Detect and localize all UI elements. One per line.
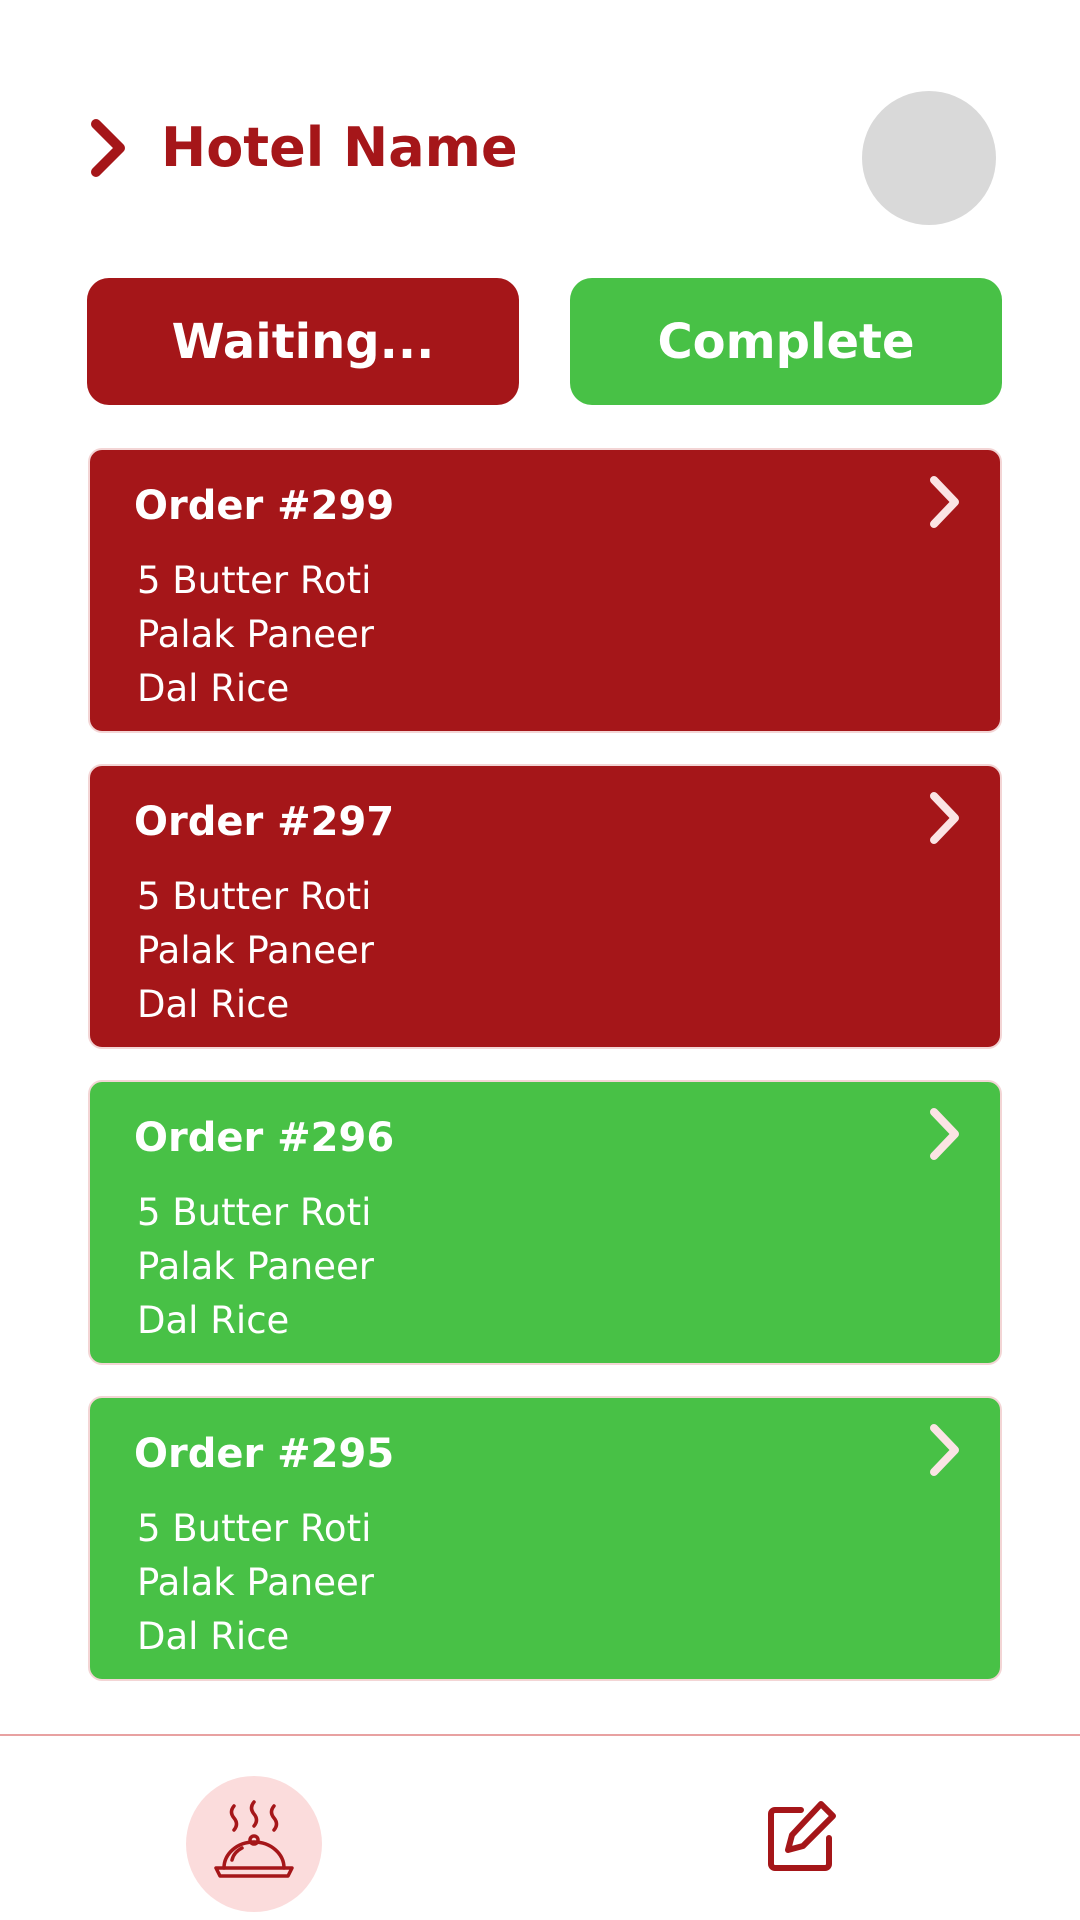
order-item: 5 Butter Roti <box>137 1191 372 1234</box>
order-card[interactable]: Order #296 5 Butter Roti Palak Paneer Da… <box>88 1080 1002 1365</box>
order-item: 5 Butter Roti <box>137 875 372 918</box>
chevron-right-icon[interactable] <box>926 1106 962 1162</box>
order-item: Palak Paneer <box>137 1245 374 1288</box>
chevron-right-icon[interactable] <box>88 118 128 178</box>
order-list: Order #299 5 Butter Roti Palak Paneer Da… <box>88 448 1002 1712</box>
order-title: Order #296 <box>134 1115 395 1161</box>
orders-nav-button[interactable] <box>186 1776 322 1912</box>
order-item: Dal Rice <box>137 1615 290 1658</box>
order-item: 5 Butter Roti <box>137 559 372 602</box>
complete-filter-button[interactable]: Complete <box>570 278 1002 405</box>
order-card[interactable]: Order #295 5 Butter Roti Palak Paneer Da… <box>88 1396 1002 1681</box>
avatar[interactable] <box>862 91 996 225</box>
header: Hotel Name <box>0 0 1080 240</box>
order-card[interactable]: Order #297 5 Butter Roti Palak Paneer Da… <box>88 764 1002 1049</box>
order-item: 5 Butter Roti <box>137 1507 372 1550</box>
order-items: 5 Butter Roti Palak Paneer Dal Rice <box>137 870 374 1032</box>
order-item: Dal Rice <box>137 1299 290 1342</box>
order-item: Palak Paneer <box>137 613 374 656</box>
order-item: Dal Rice <box>137 667 290 710</box>
edit-icon[interactable] <box>763 1796 843 1876</box>
bottom-nav <box>0 1734 1080 1920</box>
chevron-right-icon[interactable] <box>926 1422 962 1478</box>
order-items: 5 Butter Roti Palak Paneer Dal Rice <box>137 554 374 716</box>
order-items: 5 Butter Roti Palak Paneer Dal Rice <box>137 1502 374 1664</box>
order-item: Palak Paneer <box>137 1561 374 1604</box>
food-cloche-icon <box>214 1800 294 1878</box>
chevron-right-icon[interactable] <box>926 474 962 530</box>
order-title: Order #299 <box>134 483 395 529</box>
order-title: Order #297 <box>134 799 395 845</box>
order-items: 5 Butter Roti Palak Paneer Dal Rice <box>137 1186 374 1348</box>
order-card[interactable]: Order #299 5 Butter Roti Palak Paneer Da… <box>88 448 1002 733</box>
page-title: Hotel Name <box>161 116 518 179</box>
order-item: Dal Rice <box>137 983 290 1026</box>
chevron-right-icon[interactable] <box>926 790 962 846</box>
order-title: Order #295 <box>134 1431 395 1477</box>
order-item: Palak Paneer <box>137 929 374 972</box>
waiting-filter-button[interactable]: Waiting... <box>87 278 519 405</box>
